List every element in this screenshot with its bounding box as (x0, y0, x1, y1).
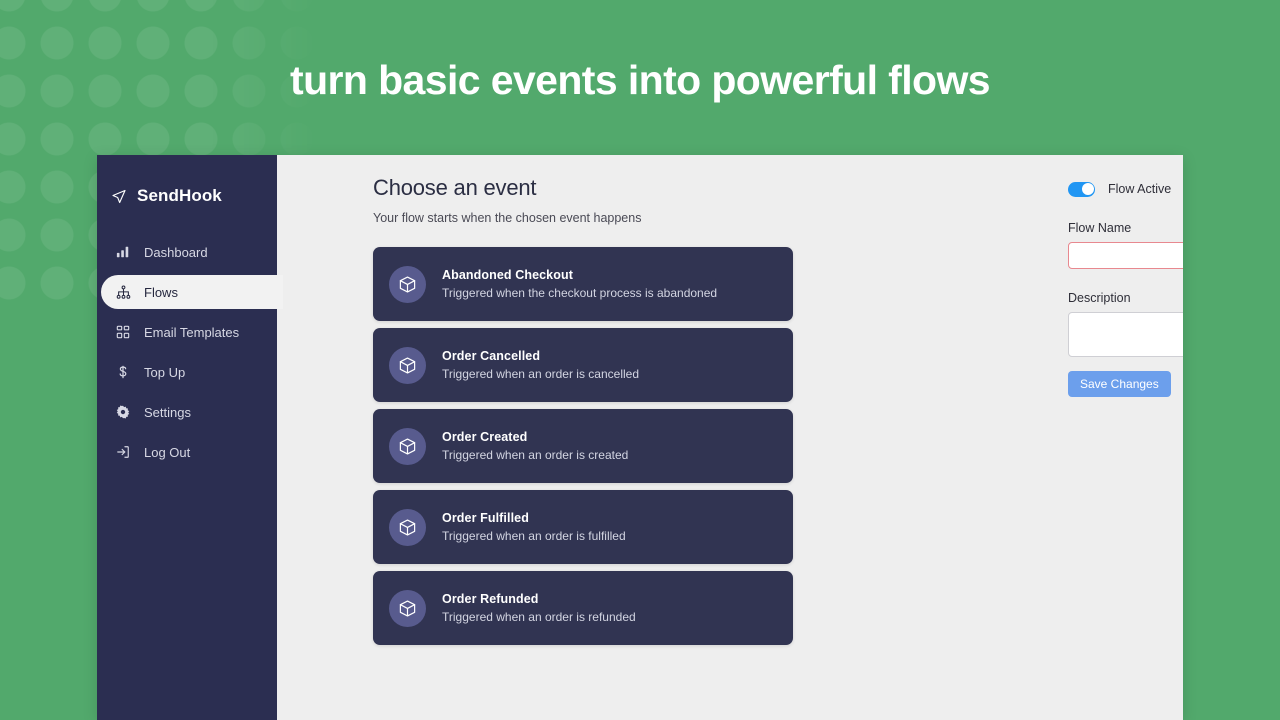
gear-icon (115, 404, 131, 420)
paper-plane-icon (111, 188, 127, 204)
brand-name: SendHook (137, 186, 222, 206)
package-box-icon (389, 590, 426, 627)
flow-active-label: Flow Active (1108, 182, 1171, 196)
sidebar-item-label: Email Templates (144, 326, 239, 339)
dollar-icon (115, 364, 131, 380)
event-card-text: Abandoned Checkout Triggered when the ch… (442, 268, 717, 300)
flow-active-row: Flow Active (1068, 179, 1183, 199)
sidebar-item-label: Log Out (144, 446, 190, 459)
sidebar-item-flows[interactable]: Flows (101, 275, 283, 309)
main-content: Choose an event Your flow starts when th… (277, 155, 1183, 720)
banner-headline: turn basic events into powerful flows (290, 53, 990, 107)
sidebar-item-email-templates[interactable]: Email Templates (97, 315, 277, 349)
event-title: Order Created (442, 430, 628, 444)
event-title: Order Fulfilled (442, 511, 626, 525)
flow-name-label: Flow Name (1068, 221, 1183, 235)
event-card-text: Order Fulfilled Triggered when an order … (442, 511, 626, 543)
sidebar-item-log-out[interactable]: Log Out (97, 435, 277, 469)
event-description: Triggered when an order is cancelled (442, 367, 639, 381)
event-description: Triggered when an order is refunded (442, 610, 636, 624)
description-textarea[interactable] (1068, 312, 1183, 357)
page-title: Choose an event (373, 175, 1183, 201)
package-box-icon (389, 428, 426, 465)
event-description: Triggered when an order is fulfilled (442, 529, 626, 543)
event-card[interactable]: Order Created Triggered when an order is… (373, 409, 793, 483)
sidebar-item-label: Settings (144, 406, 191, 419)
app-window: SendHook Dashboard (97, 155, 1183, 720)
event-card[interactable]: Abandoned Checkout Triggered when the ch… (373, 247, 793, 321)
brand-logo[interactable]: SendHook (97, 173, 277, 213)
package-box-icon (389, 509, 426, 546)
flow-name-field-wrap (1068, 242, 1183, 269)
event-card-text: Order Refunded Triggered when an order i… (442, 592, 636, 624)
event-description: Triggered when an order is created (442, 448, 628, 462)
promo-banner: turn basic events into powerful flows (0, 53, 1280, 107)
event-card-text: Order Cancelled Triggered when an order … (442, 349, 639, 381)
sidebar-item-label: Top Up (144, 366, 185, 379)
toggle-knob (1082, 183, 1094, 195)
event-list: Abandoned Checkout Triggered when the ch… (373, 247, 793, 645)
screenshot-root: turn basic events into powerful flows Se… (0, 0, 1280, 720)
sidebar-item-label: Dashboard (144, 246, 208, 259)
sidebar-item-label: Flows (144, 286, 178, 299)
event-card[interactable]: Order Cancelled Triggered when an order … (373, 328, 793, 402)
page-subtitle: Your flow starts when the chosen event h… (373, 211, 1183, 225)
sidebar-item-dashboard[interactable]: Dashboard (97, 235, 277, 269)
package-box-icon (389, 347, 426, 384)
event-card-text: Order Created Triggered when an order is… (442, 430, 628, 462)
event-title: Order Cancelled (442, 349, 639, 363)
description-label: Description (1068, 291, 1183, 305)
sidebar-item-settings[interactable]: Settings (97, 395, 277, 429)
package-box-icon (389, 266, 426, 303)
sitemap-icon (115, 284, 131, 300)
event-description: Triggered when the checkout process is a… (442, 286, 717, 300)
event-card[interactable]: Order Fulfilled Triggered when an order … (373, 490, 793, 564)
sidebar: SendHook Dashboard (97, 155, 277, 720)
event-title: Abandoned Checkout (442, 268, 717, 282)
flow-settings-panel: Flow Active Flow Name Description (1068, 179, 1183, 397)
flow-name-input[interactable] (1068, 242, 1183, 269)
sidebar-nav: Dashboard Flows (97, 235, 277, 469)
bar-chart-icon (115, 244, 131, 260)
grid-icon (115, 324, 131, 340)
flow-active-toggle[interactable] (1068, 182, 1095, 197)
save-changes-button[interactable]: Save Changes (1068, 371, 1171, 397)
event-card[interactable]: Order Refunded Triggered when an order i… (373, 571, 793, 645)
sidebar-item-top-up[interactable]: Top Up (97, 355, 277, 389)
logout-icon (115, 444, 131, 460)
event-title: Order Refunded (442, 592, 636, 606)
